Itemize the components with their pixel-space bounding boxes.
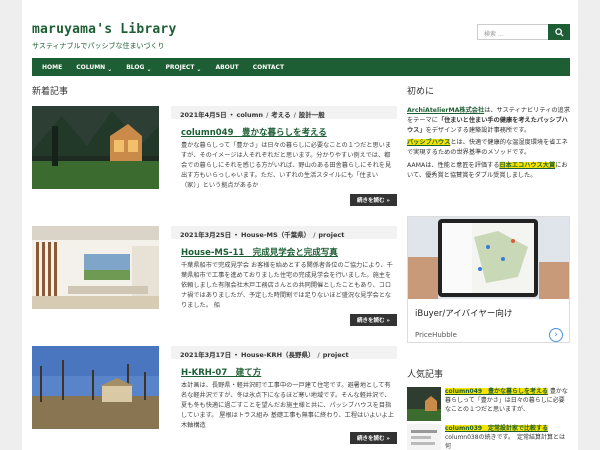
nav-label: PROJECT: [165, 63, 195, 71]
popular-post-thumbnail[interactable]: [407, 387, 441, 421]
nav-project[interactable]: PROJECT ⌄: [158, 58, 208, 76]
chevron-down-icon: ⌄: [146, 65, 152, 73]
company-link[interactable]: ArchiAtelierMA株式会社: [407, 107, 484, 114]
search-icon: [554, 27, 564, 37]
post-category[interactable]: column: [236, 111, 263, 119]
site-description: サスティナブルでパッシブな住まいづくり: [32, 42, 165, 50]
post-meta: 2021年3月17日 • House-KRH（長野県） / project: [171, 346, 397, 359]
chevron-down-icon: ⌄: [196, 65, 202, 73]
ad-title[interactable]: iBuyer/アイバイヤー向け: [415, 307, 512, 319]
post-date[interactable]: 2021年3月25日: [180, 231, 231, 239]
popular-post-thumbnail[interactable]: [407, 424, 441, 450]
passive-house-link[interactable]: パッシブハウス: [407, 139, 451, 146]
post-category[interactable]: House-KRH（長野県）: [241, 351, 315, 359]
post-excerpt: 本計画は、長野県・軽井沢町で工事中の一戸建て住宅です。避暑地として有名な軽井沢で…: [181, 382, 394, 429]
main-nav: HOME COLUMN ⌄ BLOG ⌄ PROJECT ⌄ ABOUT CONTAC…: [32, 58, 570, 76]
nav-label: COLUMN: [76, 63, 106, 71]
nav-contact[interactable]: CONTACT: [246, 58, 291, 76]
ad-image[interactable]: [408, 217, 569, 299]
post-title[interactable]: column049 豊かな暮らしを考える: [181, 126, 327, 138]
popular-post-item[interactable]: column049 豊かな暮らしを考える 豊かな暮らしって「豊かさ」は日々の暮ら…: [407, 387, 570, 423]
read-more-button[interactable]: 続きを読む »: [350, 314, 397, 326]
intro-text: をデザインする建築設計事務所です。: [425, 127, 531, 134]
read-more-button[interactable]: 続きを読む »: [350, 194, 397, 206]
post-category[interactable]: project: [318, 231, 344, 239]
popular-post-text: column049 豊かな暮らしを考える 豊かな暮らしって「豊かさ」は日々の暮ら…: [445, 387, 570, 414]
search-button[interactable]: [548, 24, 570, 40]
page: maruyama's Library サスティナブルでパッシブな住まいづくり 検…: [22, 0, 578, 450]
post-meta: 2021年3月25日 • House-MS（千葉県） / project: [171, 226, 397, 239]
nav-blog[interactable]: BLOG ⌄: [119, 58, 158, 76]
popular-post-title[interactable]: column039 定常設計家で比較する: [445, 425, 549, 432]
popular-post-excerpt: column038の続きです。 定常結算計算とは何: [445, 434, 565, 450]
post-thumbnail[interactable]: [32, 226, 159, 309]
post-excerpt: 豊かな暮らしって「豊かさ」は日々の暮らしに必要なことの１つだと思いますが、そのイ…: [181, 142, 392, 189]
intro-paragraph-3: AAMAは、性能と意匠を評価する日本エコハウス大賞において、優秀賞と協賛賞をダブ…: [407, 161, 570, 181]
intro-text: AAMAは、性能と意匠を評価する: [407, 162, 500, 169]
nav-column[interactable]: COLUMN ⌄: [69, 58, 119, 76]
intro-heading: 初めに: [407, 87, 435, 97]
intro-paragraph-2: パッシブハウスとは、快適で健康的な温湿度環境を省エネで実現するための世界基準のメ…: [407, 138, 570, 158]
read-more-button[interactable]: 続きを読む »: [350, 432, 397, 444]
nav-label: HOME: [42, 63, 63, 71]
post-category[interactable]: 設計一般: [299, 111, 325, 119]
post-card: 2021年4月5日 • column / 考える / 設計一般 column049 豊かな暮…: [32, 106, 397, 206]
post-card: 2021年3月25日 • House-MS（千葉県） / project House-M…: [32, 226, 397, 326]
nav-home[interactable]: HOME: [35, 58, 69, 76]
post-date[interactable]: 2021年4月5日: [180, 111, 227, 119]
chevron-right-icon[interactable]: ›: [549, 328, 563, 342]
post-title[interactable]: H-KRH-07 建て方: [181, 366, 261, 378]
nav-label: CONTACT: [252, 63, 285, 71]
eco-house-award-link[interactable]: 日本エコハウス大賞: [499, 162, 556, 169]
popular-posts-heading: 人気記事: [407, 370, 444, 380]
nav-about[interactable]: ABOUT: [208, 58, 245, 76]
post-category[interactable]: House-MS（千葉県）: [241, 231, 310, 239]
popular-post-item[interactable]: column039 定常設計家で比較する column038の続きです。 定常結…: [407, 424, 570, 450]
nav-label: ABOUT: [215, 63, 239, 71]
post-meta: 2021年4月5日 • column / 考える / 設計一般: [171, 106, 397, 119]
post-card: 2021年3月17日 • House-KRH（長野県） / project H-KRH-…: [32, 346, 397, 450]
recent-posts-heading: 新着記事: [32, 87, 69, 97]
post-date[interactable]: 2021年3月17日: [180, 351, 231, 359]
ad-brand: PriceHubble: [415, 331, 457, 339]
chevron-down-icon: ⌄: [107, 65, 113, 73]
post-thumbnail[interactable]: [32, 346, 159, 429]
nav-label: BLOG: [126, 63, 145, 71]
post-category[interactable]: project: [323, 351, 349, 359]
post-excerpt: 千葉県船市で完成見学会 お客様を始めとする関係者各位のご協力により、千葉県船市で…: [181, 262, 393, 309]
post-title[interactable]: House-MS-11 完成見学会と完成写真: [181, 246, 338, 258]
post-thumbnail[interactable]: [32, 106, 159, 189]
post-category[interactable]: 考える: [271, 111, 290, 119]
popular-post-title[interactable]: column049 豊かな暮らしを考える: [445, 388, 548, 395]
site-title[interactable]: maruyama's Library: [32, 22, 176, 37]
intro-paragraph-1: ArchiAtelierMA株式会社は、サスティナビリティの追求をテーマに「住ま…: [407, 106, 570, 136]
advertisement[interactable]: iBuyer/アイバイヤー向け PriceHubble ›: [407, 216, 570, 343]
popular-post-text: column039 定常設計家で比較する column038の続きです。 定常結…: [445, 424, 570, 450]
